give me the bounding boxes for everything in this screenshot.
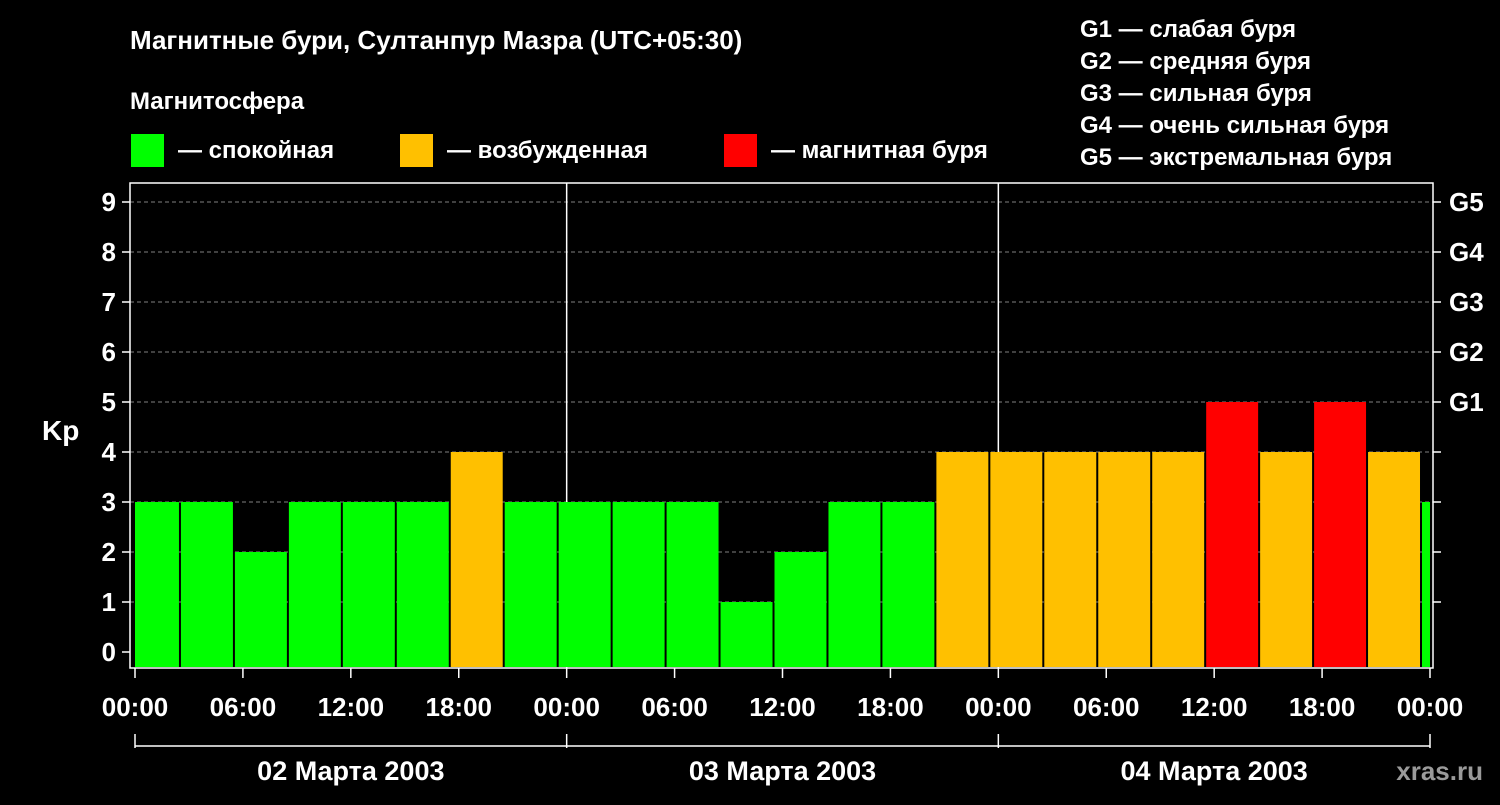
kp-bar — [612, 502, 665, 667]
kp-bar — [666, 502, 719, 667]
y-tick-label: 7 — [102, 287, 116, 317]
y-tick-label: 6 — [102, 337, 116, 367]
kp-bar — [396, 502, 449, 667]
y-tick-label: 1 — [102, 587, 116, 617]
y-tick-label: 3 — [102, 487, 116, 517]
y-tick-label: 8 — [102, 237, 116, 267]
kp-bar — [1044, 452, 1097, 667]
g-scale-label: G5 — [1449, 187, 1484, 217]
x-tick-label: 06:00 — [641, 692, 708, 722]
kp-bar — [504, 502, 557, 667]
g-scale-label: G1 — [1449, 387, 1484, 417]
legend-swatch — [400, 134, 433, 167]
kp-bar — [288, 502, 341, 667]
kp-bar — [558, 502, 611, 667]
kp-bar — [1152, 452, 1205, 667]
y-tick-label: 0 — [102, 637, 116, 667]
kp-bar — [1368, 452, 1421, 667]
x-tick-label: 12:00 — [1181, 692, 1248, 722]
legend-label: — магнитная буря — [771, 137, 988, 164]
x-tick-label: 00:00 — [533, 692, 600, 722]
g-scale-label: G3 — [1449, 287, 1484, 317]
y-tick-label: 9 — [102, 187, 116, 217]
day-label: 03 Марта 2003 — [689, 756, 876, 786]
chart-subtitle: Магнитосфера — [130, 88, 305, 115]
chart-title: Магнитные бури, Султанпур Мазра (UTC+05:… — [130, 25, 742, 55]
watermark: xras.ru — [1396, 756, 1483, 786]
x-tick-label: 00:00 — [1397, 692, 1464, 722]
kp-bar — [774, 552, 827, 667]
y-tick-label: 4 — [102, 437, 117, 467]
kp-bar — [1098, 452, 1151, 667]
x-tick-label: 18:00 — [857, 692, 924, 722]
kp-bar — [1260, 452, 1313, 667]
day-label: 04 Марта 2003 — [1121, 756, 1308, 786]
scale-legend-item: G1 — слабая буря — [1080, 16, 1296, 43]
y-axis-label: Kp — [42, 415, 79, 446]
kp-bar — [720, 602, 773, 667]
kp-bar — [936, 452, 989, 667]
x-tick-label: 06:00 — [210, 692, 277, 722]
scale-legend-item: G3 — сильная буря — [1080, 80, 1312, 107]
kp-bar — [180, 502, 233, 667]
scale-legend-item: G4 — очень сильная буря — [1080, 112, 1389, 139]
g-scale-label: G4 — [1449, 237, 1484, 267]
y-tick-label: 5 — [102, 387, 116, 417]
kp-bar — [1422, 502, 1430, 667]
kp-bar — [135, 502, 179, 667]
x-tick-label: 00:00 — [965, 692, 1032, 722]
legend-swatch — [131, 134, 164, 167]
kp-bar — [234, 552, 287, 667]
kp-bar — [828, 502, 881, 667]
kp-bar — [1206, 402, 1259, 667]
kp-chart-svg: Магнитные бури, Султанпур Мазра (UTC+05:… — [42, 16, 1484, 786]
y-tick-label: 2 — [102, 537, 116, 567]
legend-swatch — [724, 134, 757, 167]
x-tick-label: 12:00 — [318, 692, 385, 722]
legend-label: — возбужденная — [447, 137, 648, 164]
kp-chart: Магнитные бури, Султанпур Мазра (UTC+05:… — [0, 0, 1500, 800]
kp-bar — [342, 502, 395, 667]
x-tick-label: 12:00 — [749, 692, 816, 722]
scale-legend-item: G5 — экстремальная буря — [1080, 144, 1392, 171]
x-tick-label: 06:00 — [1073, 692, 1140, 722]
kp-bar — [990, 452, 1043, 667]
x-tick-label: 18:00 — [1289, 692, 1356, 722]
scale-legend-item: G2 — средняя буря — [1080, 48, 1311, 75]
kp-bar — [450, 452, 503, 667]
kp-bar — [882, 502, 935, 667]
legend-label: — спокойная — [178, 137, 334, 164]
kp-bar — [1314, 402, 1367, 667]
day-label: 02 Марта 2003 — [257, 756, 444, 786]
x-tick-label: 00:00 — [102, 692, 169, 722]
x-tick-label: 18:00 — [426, 692, 493, 722]
g-scale-label: G2 — [1449, 337, 1484, 367]
